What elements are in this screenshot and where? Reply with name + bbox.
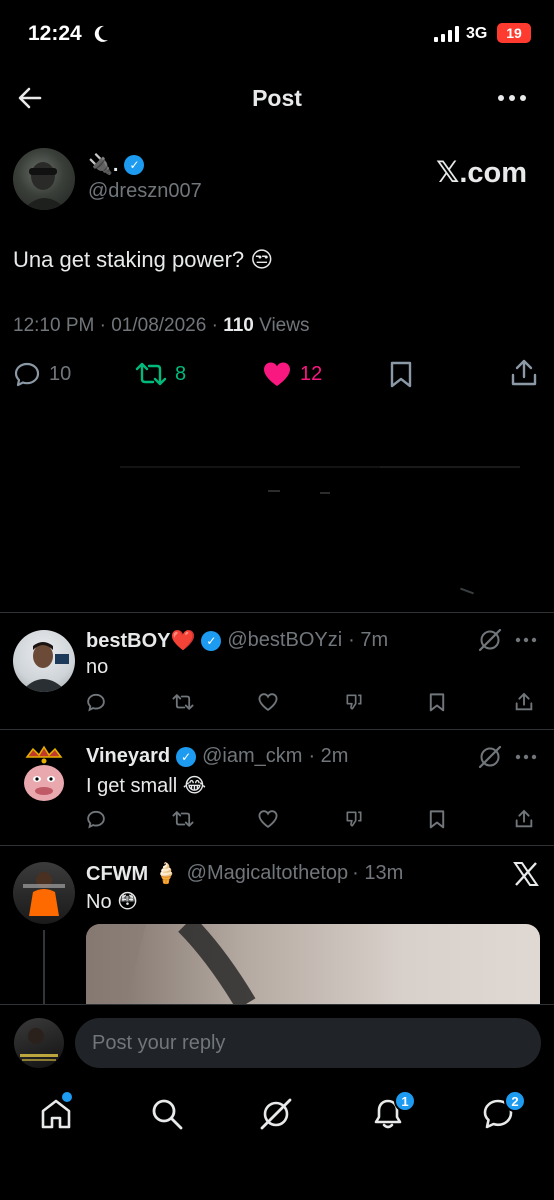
network-label: 3G — [466, 25, 488, 42]
verified-badge-icon: ✓ — [201, 630, 222, 651]
author-handle[interactable]: @dreszn007 — [88, 180, 202, 203]
reply-text: I get small 😂 — [86, 775, 207, 797]
reply-input[interactable]: Post your reply — [75, 1018, 541, 1068]
x-com-watermark: 𝕏.com — [436, 157, 528, 189]
divider — [0, 612, 554, 613]
verified-badge-icon: ✓ — [124, 154, 145, 175]
battery-level: 19 — [506, 25, 522, 41]
bookmark-icon[interactable] — [428, 809, 450, 831]
views-label: Views — [253, 315, 310, 336]
reply-header: bestBOY❤️ ✓ @bestBOYzi · 7m — [86, 628, 388, 653]
reply-header: CFWM 🍦 @Magicaltothetop · 13m — [86, 861, 403, 886]
search-icon[interactable] — [150, 1097, 184, 1131]
repost-button[interactable]: 8 — [135, 360, 186, 388]
reply-author-name[interactable]: bestBOY❤️ — [86, 628, 195, 653]
like-button[interactable]: 12 — [262, 360, 322, 388]
home-icon[interactable] — [39, 1097, 73, 1131]
signal-icon — [434, 26, 460, 42]
reply-text: no — [86, 656, 109, 678]
battery-indicator: 19 — [497, 23, 531, 43]
moon-icon — [92, 24, 110, 44]
reply-avatar[interactable] — [13, 630, 75, 692]
reply-time: · 7m — [348, 629, 389, 651]
messages-badge: 2 — [504, 1090, 526, 1112]
reply-author-name[interactable]: Vineyard — [86, 745, 170, 768]
grok-icon[interactable] — [478, 745, 502, 769]
author-name[interactable]: 🔌. — [88, 152, 118, 177]
page-title: Post — [252, 85, 302, 111]
like-count: 12 — [300, 362, 323, 385]
post-timestamp: 12:10 PM · 01/08/2026 · — [13, 315, 224, 336]
repost-icon — [135, 360, 167, 388]
reply-author-handle[interactable]: @Magicaltothetop — [187, 862, 349, 885]
bookmark-icon[interactable] — [388, 360, 414, 388]
repost-count: 8 — [175, 362, 187, 385]
reply-icon[interactable] — [86, 692, 108, 714]
grok-icon[interactable] — [478, 628, 502, 652]
compose-bar: Post your reply — [0, 1004, 554, 1080]
status-bar: 12:24 3G 19 — [0, 0, 554, 70]
reply-author-name[interactable]: CFWM 🍦 — [86, 861, 179, 886]
x-logo-icon — [513, 861, 539, 887]
reply-count: 10 — [49, 362, 72, 385]
reply-button[interactable]: 10 — [13, 360, 71, 388]
author-avatar[interactable] — [13, 148, 75, 210]
grok-icon[interactable] — [259, 1097, 293, 1131]
heart-icon[interactable] — [257, 809, 279, 831]
reply-input-placeholder: Post your reply — [92, 1031, 226, 1054]
share-icon[interactable] — [514, 809, 536, 831]
redacted-area — [0, 410, 554, 610]
downvote-icon[interactable] — [343, 809, 365, 831]
heart-filled-icon — [262, 360, 292, 388]
repost-icon[interactable] — [172, 692, 194, 714]
reply-avatar[interactable] — [13, 862, 75, 924]
reply-icon[interactable] — [86, 809, 108, 831]
reply-actions — [86, 809, 536, 831]
bottom-nav: 1 2 — [0, 1080, 554, 1200]
reply-avatar[interactable] — [13, 745, 75, 807]
thread-line — [43, 930, 45, 1004]
more-options-icon[interactable] — [515, 637, 537, 643]
downvote-icon[interactable] — [343, 692, 365, 714]
divider — [0, 845, 554, 846]
user-avatar — [14, 1018, 64, 1068]
repost-icon[interactable] — [172, 809, 194, 831]
status-time: 12:24 — [28, 22, 82, 45]
share-icon[interactable] — [514, 692, 536, 714]
reply-text: No 😳 — [86, 891, 138, 913]
post-meta: 12:10 PM · 01/08/2026 · 110 Views — [13, 315, 309, 337]
reply-media-image[interactable] — [86, 924, 540, 1004]
reply-actions — [86, 692, 536, 714]
reply-author-handle[interactable]: @bestBOYzi — [227, 629, 342, 652]
reply-author-handle[interactable]: @iam_ckm — [202, 745, 302, 768]
reply-header: Vineyard ✓ @iam_ckm · 2m — [86, 745, 348, 768]
reply-time: · 2m — [308, 745, 349, 767]
divider — [0, 729, 554, 730]
share-icon[interactable] — [510, 358, 538, 388]
bookmark-icon[interactable] — [428, 692, 450, 714]
heart-icon[interactable] — [257, 692, 279, 714]
more-options-icon[interactable] — [515, 754, 537, 760]
views-count: 110 — [223, 315, 254, 336]
post-text: Una get staking power? 😒 — [13, 247, 274, 272]
more-options-icon[interactable] — [497, 94, 527, 102]
author-name-row: 🔌. ✓ — [88, 152, 145, 177]
verified-badge-icon: ✓ — [176, 746, 197, 767]
home-new-dot — [62, 1092, 72, 1102]
reply-time: · 13m — [352, 862, 404, 884]
reply-icon — [13, 360, 41, 388]
notifications-badge: 1 — [394, 1090, 416, 1112]
